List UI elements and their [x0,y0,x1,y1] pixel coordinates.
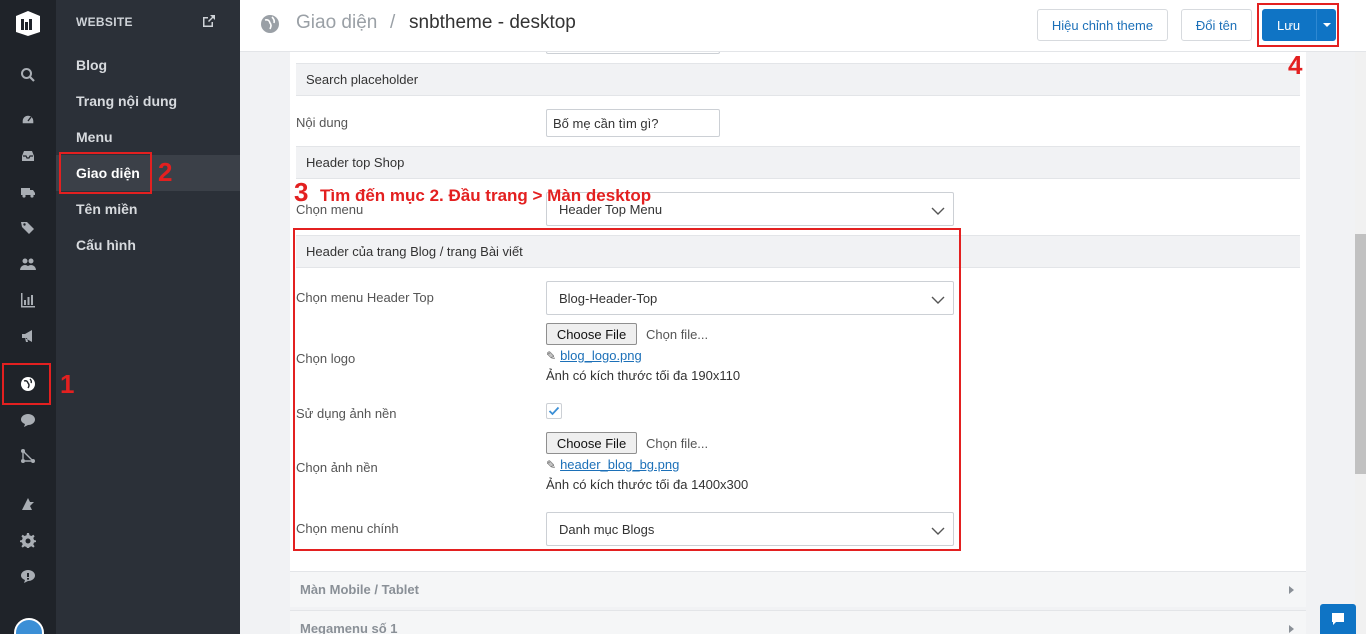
chart-icon[interactable] [16,288,40,312]
caret-right-icon [1289,586,1294,594]
scrollbar-thumb[interactable] [1355,234,1366,474]
section-search-placeholder: Search placeholder [296,63,1300,96]
annotation-number-1: 1 [60,369,75,399]
sidebar-item-menu[interactable]: Menu [56,119,240,155]
chat-icon[interactable] [16,408,40,432]
content-label: Nội dung [296,115,349,130]
chevron-down-icon [931,204,945,215]
sidebar-item-settings[interactable]: Cấu hình [56,227,240,263]
breadcrumb-separator: / [390,12,396,33]
section-label: Megamenu số 1 [300,621,398,634]
page-header: Giao diện / snbtheme - desktop Hiệu chỉn… [240,0,1366,52]
inbox-icon[interactable] [16,144,40,168]
annotation-box-3 [293,228,961,551]
megaphone-icon[interactable] [16,324,40,348]
scrolled-input-edge [546,52,720,54]
users-icon[interactable] [16,252,40,276]
sidebar-item-label: Trang nội dung [76,93,178,109]
section-megamenu-1[interactable]: Megamenu số 1 [290,610,1306,634]
tags-icon[interactable] [16,216,40,240]
caret-right-icon [1289,625,1294,633]
sidebar-item-label: Menu [76,129,113,145]
haravan-logo-icon[interactable] [13,8,43,38]
flow-icon[interactable] [16,444,40,468]
page-title: snbtheme - desktop [409,12,576,33]
annotation-box-2 [59,152,152,194]
sidebar-item-blog[interactable]: Blog [56,47,240,83]
website-sidebar: WEBSITE Blog Trang nội dung Menu Giao di… [56,0,240,634]
sidebar-item-label: Tên miền [76,201,138,217]
sidebar-item-label: Cấu hình [76,237,136,253]
sidebar-item-pages[interactable]: Trang nội dung [56,83,240,119]
support-icon[interactable] [16,564,40,588]
sidebar-title: WEBSITE [76,15,133,29]
globe-icon [260,14,280,34]
annotation-box-4 [1257,3,1339,47]
search-icon[interactable] [16,63,40,87]
sidebar-item-domains[interactable]: Tên miền [56,191,240,227]
dashboard-icon[interactable] [16,108,40,132]
breadcrumb-link[interactable]: Giao diện [296,12,377,34]
annotation-box-1 [2,363,51,405]
chat-widget-button[interactable] [1320,604,1356,634]
sidebar-item-label: Blog [76,57,108,73]
apps-icon[interactable] [16,492,40,516]
annotation-number-3: 3 [294,177,309,207]
annotation-number-4: 4 [1288,50,1303,80]
section-mobile-tablet[interactable]: Màn Mobile / Tablet [290,571,1306,607]
rename-button[interactable]: Đổi tên [1181,9,1252,41]
section-header-top-shop: Header top Shop [296,146,1300,179]
page-scrollbar[interactable] [1355,52,1366,634]
content-input[interactable] [546,109,720,137]
edit-theme-button[interactable]: Hiệu chỉnh theme [1037,9,1168,41]
section-label: Màn Mobile / Tablet [300,582,419,597]
external-link-icon[interactable] [202,14,216,28]
user-avatar[interactable] [14,618,44,634]
truck-icon[interactable] [16,180,40,204]
icon-rail [0,0,56,634]
gear-icon[interactable] [16,528,40,552]
annotation-number-2: 2 [158,157,173,187]
annotation-step3-text: Tìm đến mục 2. Đầu trang > Màn desktop [320,186,652,205]
